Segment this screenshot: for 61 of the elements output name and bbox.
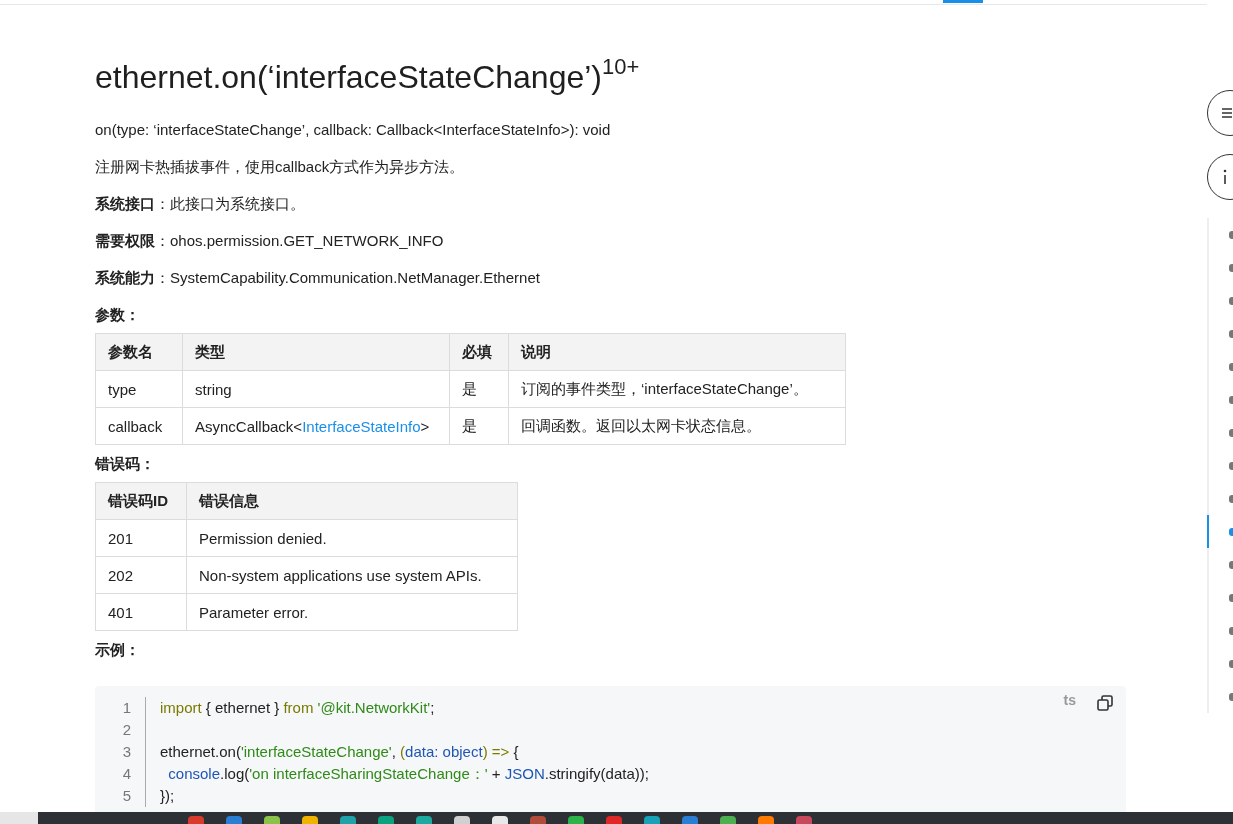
column-header: 参数名 xyxy=(95,333,183,371)
table-cell: Non-system applications use system APIs. xyxy=(186,556,518,594)
app-icon[interactable] xyxy=(568,816,584,824)
line-number: 4 xyxy=(95,763,146,785)
table-cell: 401 xyxy=(95,593,187,631)
api-title: ethernet.on(‘interfaceStateChange’)$^{10+}$ xyxy=(95,57,641,97)
app-icon[interactable] xyxy=(340,816,356,824)
description-text: 注册网卡热插拔事件，使用callback方式作为异步方法。 xyxy=(95,157,466,177)
app-icon[interactable] xyxy=(226,816,242,824)
table-cell: type xyxy=(95,370,183,408)
code-line: console.log('on interfaceSharingStateChange：' + JSON.stringify(data)); xyxy=(167,764,649,784)
app-icon[interactable] xyxy=(606,816,622,824)
app-icon[interactable] xyxy=(188,816,204,824)
code-line: }); xyxy=(159,786,175,806)
app-icon[interactable] xyxy=(796,816,812,824)
info-icon xyxy=(1222,169,1228,185)
table-cell: AsyncCallback<InterfaceStateInfo> xyxy=(182,407,450,445)
line-number: 2 xyxy=(95,719,146,741)
table-cell: string xyxy=(182,370,450,408)
column-header: 说明 xyxy=(508,333,846,371)
section-heading: 错误码： xyxy=(95,454,156,474)
table-cell: 是 xyxy=(449,407,509,445)
active-tab-indicator xyxy=(943,0,983,3)
table-cell: 回调函数。返回以太网卡状态信息。 xyxy=(508,407,846,445)
column-header: 类型 xyxy=(182,333,450,371)
code-line: ethernet.on('interfaceStateChange', (data: object) => { xyxy=(159,742,519,762)
app-icon[interactable] xyxy=(264,816,280,824)
column-header: 错误信息 xyxy=(186,482,518,520)
language-label: ts xyxy=(1063,692,1076,708)
section-heading: 示例： xyxy=(95,640,141,660)
description-text: on(type: ‘interfaceStateChange’, callback: Callback<InterfaceStateInfo>): void xyxy=(95,120,612,140)
table-cell: 订阅的事件类型，‘interfaceStateChange’。 xyxy=(508,370,846,408)
app-icon[interactable] xyxy=(378,816,394,824)
copy-icon[interactable] xyxy=(1096,694,1114,712)
property-line: 系统能力：SystemCapability.Communication.NetManager.Ethernet xyxy=(95,268,541,288)
app-icon[interactable] xyxy=(758,816,774,824)
app-icon[interactable] xyxy=(416,816,432,824)
table-cell: Permission denied. xyxy=(186,519,518,557)
table-cell: 是 xyxy=(449,370,509,408)
table-cell: callback xyxy=(95,407,183,445)
line-number: 3 xyxy=(95,741,146,763)
app-icon[interactable] xyxy=(492,816,508,824)
app-icon[interactable] xyxy=(302,816,318,824)
app-icon[interactable] xyxy=(454,816,470,824)
property-line: 系统接口：此接口为系统接口。 xyxy=(95,194,306,214)
table-cell: 201 xyxy=(95,519,187,557)
column-header: 必填 xyxy=(449,333,509,371)
line-number: 1 xyxy=(95,697,146,719)
app-icon[interactable] xyxy=(682,816,698,824)
property-line: 需要权限：ohos.permission.GET_NETWORK_INFO xyxy=(95,231,445,251)
table-cell: 202 xyxy=(95,556,187,594)
column-header: 错误码ID xyxy=(95,482,187,520)
table-cell: Parameter error. xyxy=(186,593,518,631)
taskbar-corner xyxy=(0,812,38,824)
app-icon[interactable] xyxy=(720,816,736,824)
code-line: import { ethernet } from '@kit.NetworkKit'; xyxy=(159,698,435,718)
type-link[interactable]: InterfaceStateInfo xyxy=(302,417,421,435)
app-icon[interactable] xyxy=(644,816,660,824)
menu-icon xyxy=(1222,107,1232,119)
section-heading: 参数： xyxy=(95,305,141,325)
line-number: 5 xyxy=(95,785,146,807)
